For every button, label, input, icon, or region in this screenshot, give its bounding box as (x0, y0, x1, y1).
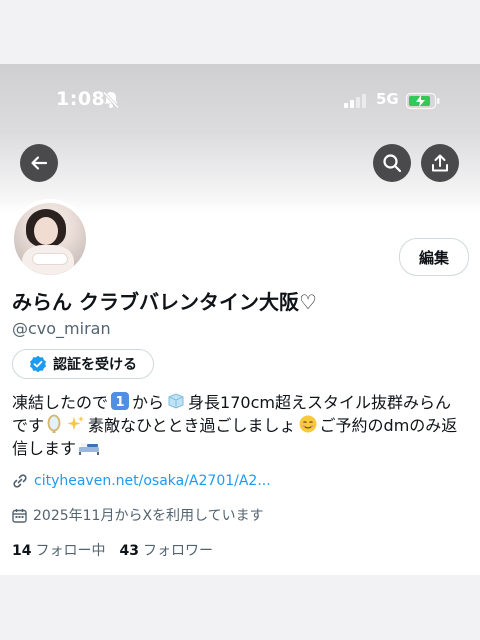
followers-label: フォロワー (142, 543, 213, 559)
bed-emoji-icon (79, 443, 100, 455)
keycap-one-emoji-icon: 1 (111, 392, 130, 410)
relieved-face-emoji-icon (299, 415, 317, 433)
joined-date: 2025年11月からXを利用しています (12, 505, 264, 525)
status-time: 1:08 (56, 88, 106, 110)
verified-badge-icon (30, 355, 46, 373)
edit-profile-button[interactable]: 編集 (399, 238, 469, 276)
sparkles-emoji-icon (67, 416, 85, 430)
following-label: フォロー中 (35, 543, 106, 559)
share-button[interactable] (421, 144, 459, 182)
get-verified-button[interactable]: 認証を受ける (12, 349, 154, 379)
joined-date-text: 2025年11月からXを利用しています (33, 508, 264, 524)
following-link[interactable]: 14 フォロー中 (12, 540, 105, 560)
battery-charging-icon (406, 92, 440, 110)
display-name: みらん クラブバレンタイン大阪♡ (12, 290, 317, 314)
followers-count: 43 (119, 543, 139, 559)
avatar[interactable] (10, 199, 90, 279)
followers-link[interactable]: 43 フォロワー (119, 540, 212, 560)
link-icon (13, 474, 27, 488)
profile-website-link[interactable]: cityheaven.net/osaka/A2701/A2... (12, 473, 271, 489)
search-icon (383, 154, 402, 173)
back-button[interactable] (20, 144, 58, 182)
svg-text:1: 1 (115, 395, 124, 410)
bell-slash-icon (102, 91, 120, 109)
ice-cube-emoji-icon (168, 393, 184, 409)
share-icon (432, 154, 448, 172)
search-button[interactable] (373, 144, 411, 182)
signal-icon (344, 94, 366, 108)
status-bar: 1:08 5G (0, 86, 480, 116)
mirror-emoji-icon (47, 414, 61, 433)
calendar-icon (12, 508, 27, 523)
user-handle: @cvo_miran (12, 319, 111, 338)
following-count: 14 (12, 543, 32, 559)
profile-bio: 凍結したので 1 から 身長170cm超えスタイル抜群みらん です 素敵なひととき過ごし… (12, 392, 458, 458)
follow-stats: 14 フォロー中 43 フォロワー (12, 540, 213, 560)
get-verified-label: 認証を受ける (53, 357, 137, 373)
network-label: 5G (376, 90, 399, 108)
profile-screen: 1:08 5G 編集 みらん クラブバレンタイン大阪♡ @cvo_miran 認… (0, 64, 480, 575)
website-link-text[interactable]: cityheaven.net/osaka/A2701/A2... (34, 473, 271, 489)
arrow-left-icon (31, 156, 48, 170)
